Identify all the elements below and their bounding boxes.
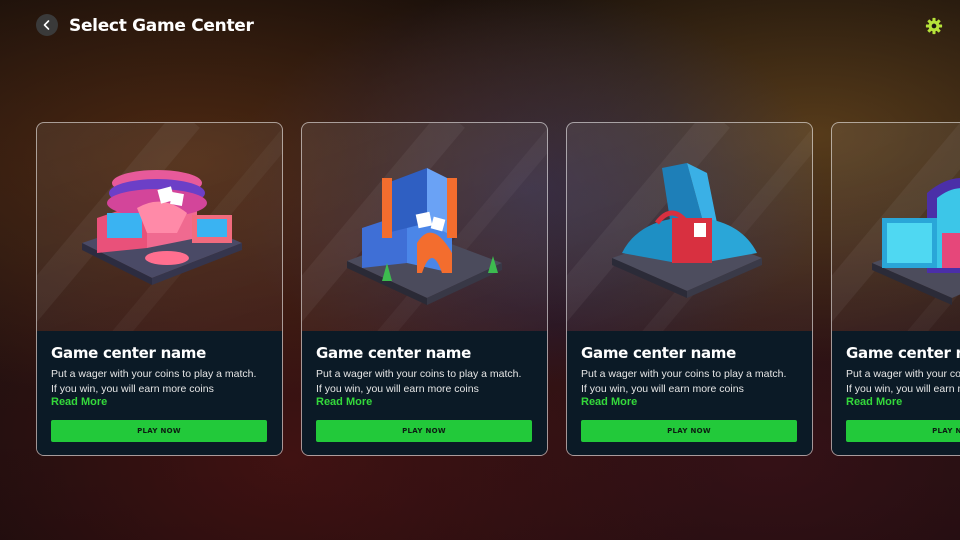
game-center-carousel[interactable]: Game center name Put a wager with your c… — [0, 0, 960, 540]
card-description: Put a wager with your coins to play a ma… — [846, 367, 960, 396]
read-more-link[interactable]: Read More — [846, 396, 902, 408]
play-now-button[interactable]: PLAY NOW — [316, 420, 532, 442]
card-description: Put a wager with your coins to play a ma… — [581, 367, 806, 396]
game-center-card[interactable]: Game center name Put a wager with your c… — [566, 122, 813, 456]
read-more-link[interactable]: Read More — [316, 396, 372, 408]
game-center-card[interactable]: Game center name Put a wager with your c… — [301, 122, 548, 456]
card-info: Game center name Put a wager with your c… — [37, 331, 282, 455]
card-description-line: Put a wager with your coins to play a ma… — [581, 368, 787, 380]
cyan-dome-building-image — [872, 178, 960, 305]
blue-orange-tower-building-image — [347, 168, 502, 305]
play-now-button[interactable]: PLAY NOW — [846, 420, 960, 442]
card-description-line: If you win, you will earn more coins — [316, 382, 479, 395]
play-now-button[interactable]: PLAY NOW — [581, 420, 797, 442]
card-description-line: Put a wager with your coins to play a ma… — [51, 368, 257, 380]
card-info: Game center name Put a wager with your c… — [302, 331, 547, 455]
card-title: Game center name — [581, 344, 736, 362]
glass-skyscraper-building-image — [612, 163, 762, 298]
card-description-line: If you win, you will earn more coins — [51, 382, 214, 395]
read-more-link[interactable]: Read More — [51, 396, 107, 408]
play-now-button[interactable]: PLAY NOW — [51, 420, 267, 442]
card-description: Put a wager with your coins to play a ma… — [316, 367, 541, 396]
card-description-line: Put a wager with your coins to play a ma… — [316, 368, 522, 380]
card-title: Game center name — [51, 344, 206, 362]
card-title: Game center name — [846, 344, 960, 362]
game-center-card[interactable]: Game center name Put a wager with your c… — [36, 122, 283, 456]
card-info: Game center name Put a wager with your c… — [832, 331, 960, 455]
read-more-link[interactable]: Read More — [581, 396, 637, 408]
card-description-line: If you win, you will earn more coins — [846, 382, 960, 395]
card-description: Put a wager with your coins to play a ma… — [51, 367, 276, 396]
card-description-line: If you win, you will earn more coins — [581, 382, 744, 395]
card-info: Game center name Put a wager with your c… — [567, 331, 812, 455]
pink-casino-building-image — [82, 170, 242, 285]
card-title: Game center name — [316, 344, 471, 362]
game-center-card[interactable]: Game center name Put a wager with your c… — [831, 122, 960, 456]
card-description-line: Put a wager with your coins to play a ma… — [846, 368, 960, 380]
